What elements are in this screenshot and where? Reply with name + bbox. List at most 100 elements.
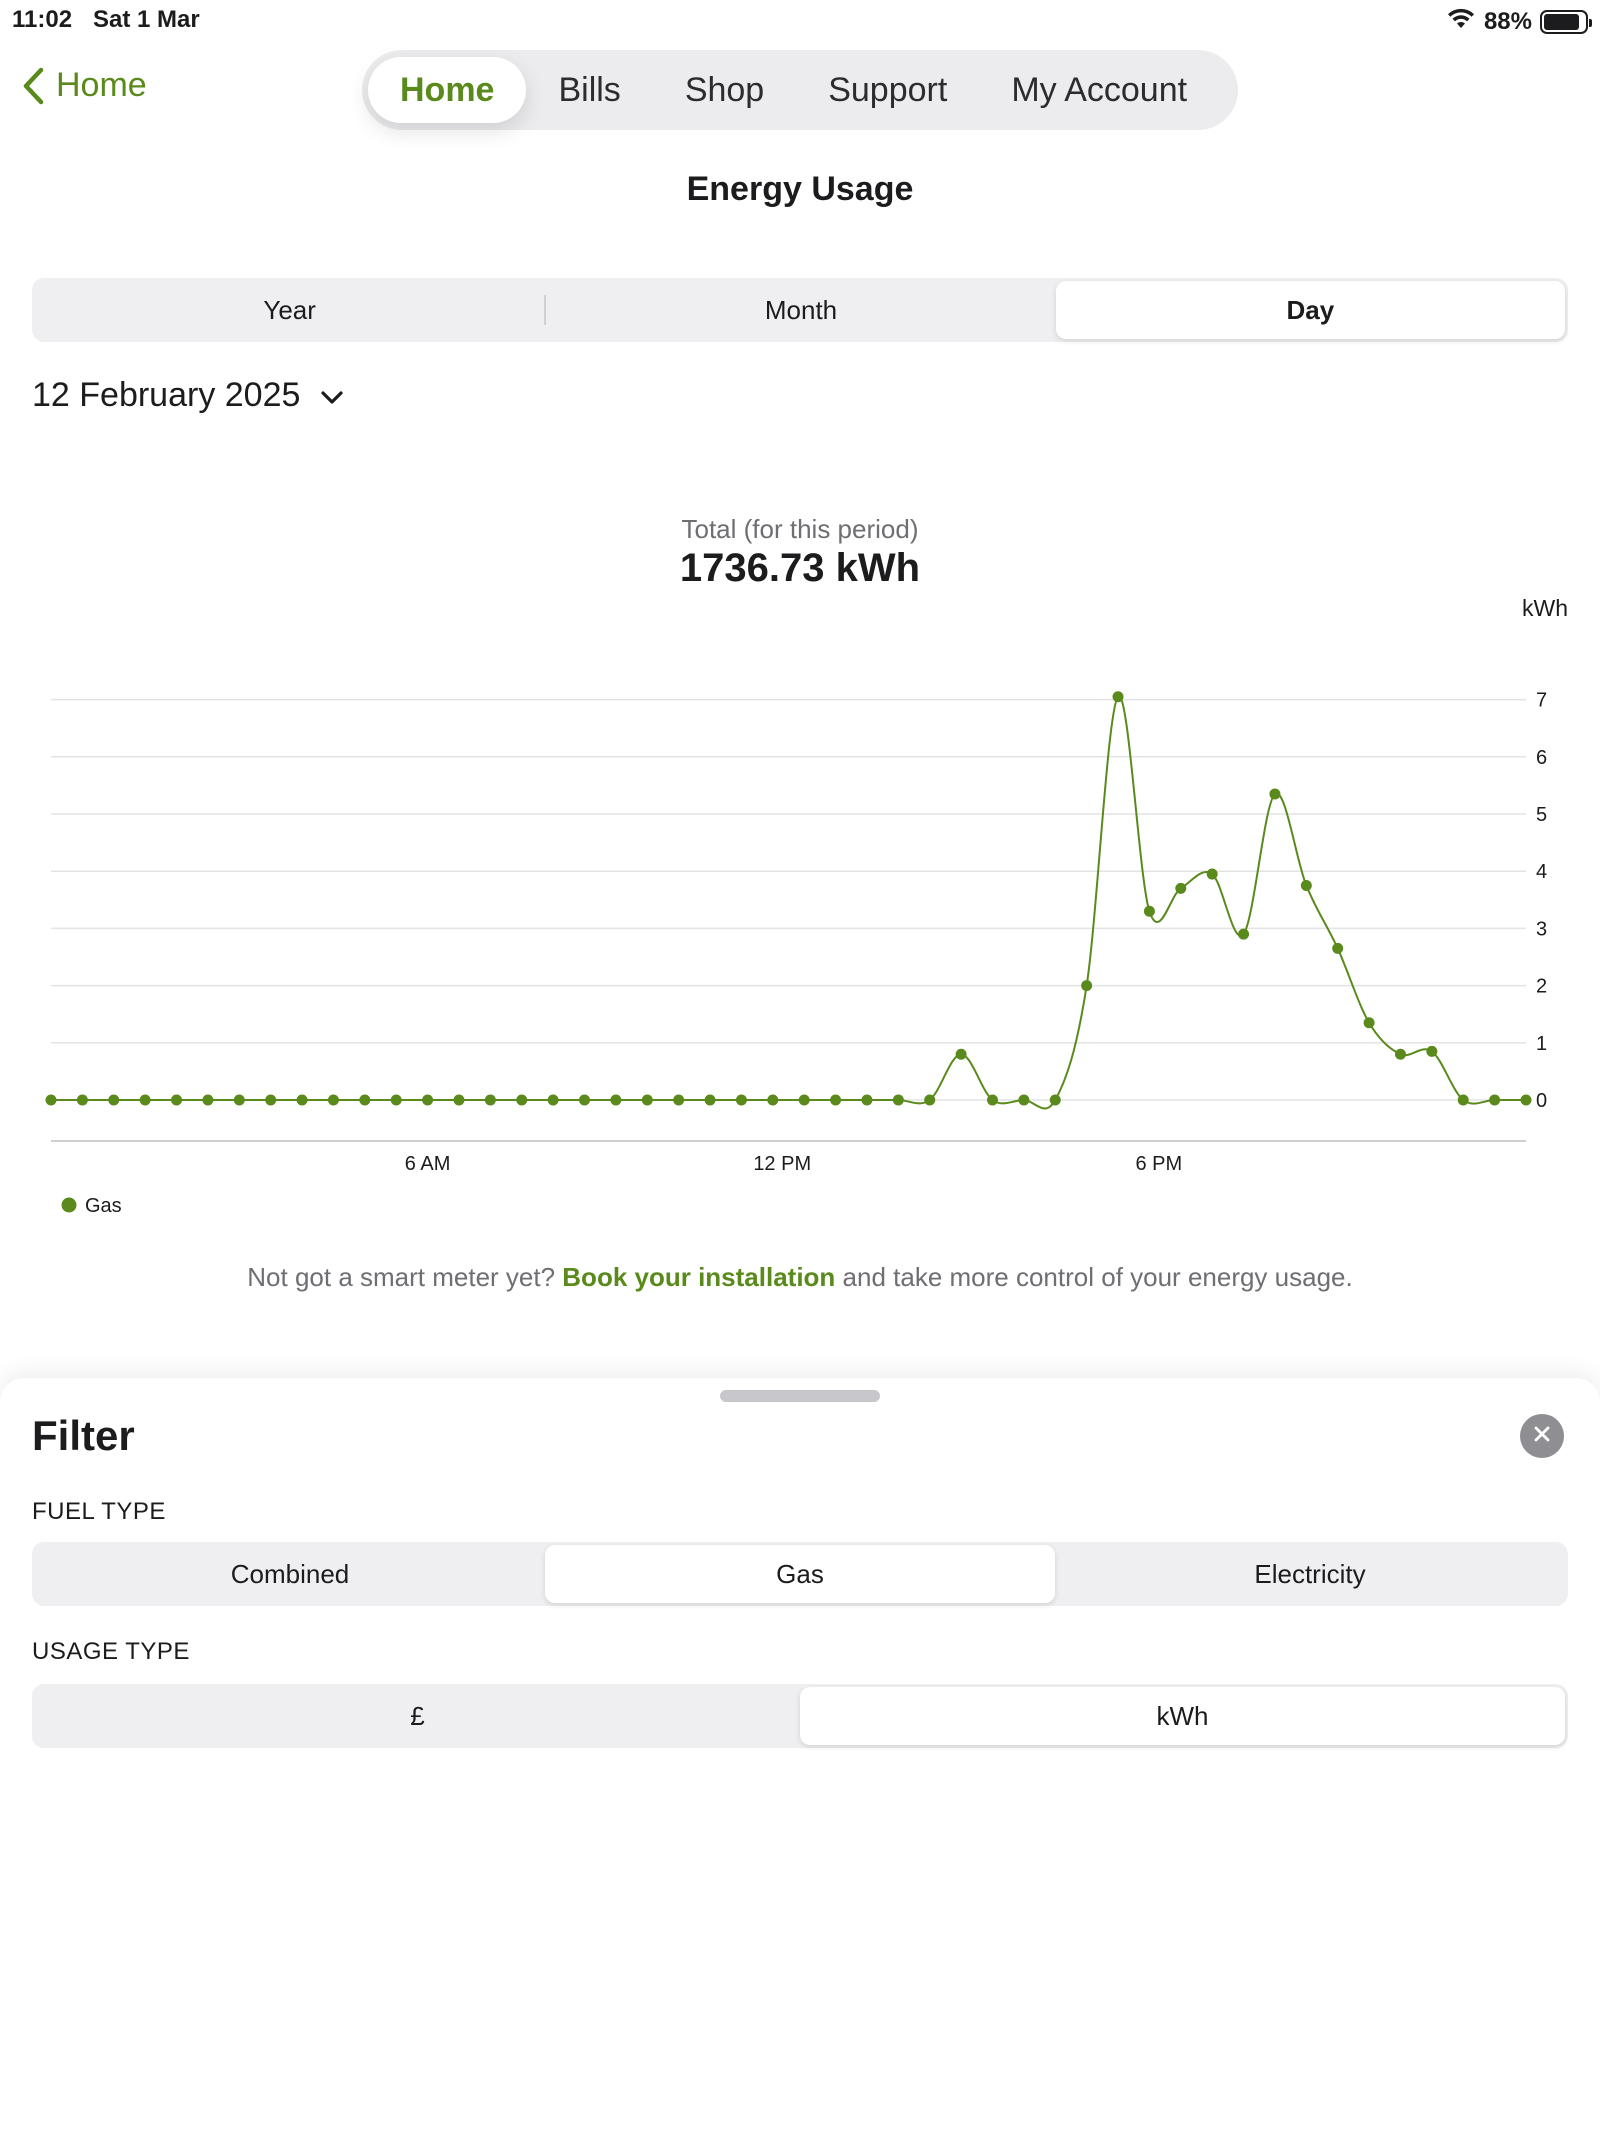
fuel-type-label: FUEL TYPE bbox=[32, 1498, 166, 1525]
y-tick-label: 6 bbox=[1536, 747, 1547, 769]
fuel-combined[interactable]: Combined bbox=[35, 1545, 545, 1603]
data-point bbox=[861, 1094, 873, 1106]
status-bar: 11:02 Sat 1 Mar 88% bbox=[0, 0, 1600, 40]
data-point bbox=[76, 1094, 88, 1106]
data-point bbox=[547, 1094, 559, 1106]
data-point bbox=[735, 1094, 747, 1106]
data-point bbox=[704, 1094, 716, 1106]
data-point bbox=[1300, 880, 1312, 891]
wifi-icon bbox=[1446, 6, 1476, 37]
tab-shop[interactable]: Shop bbox=[653, 57, 796, 123]
data-point bbox=[359, 1094, 371, 1106]
data-point bbox=[1332, 942, 1344, 954]
top-tab-bar: Home Bills Shop Support My Account bbox=[362, 50, 1238, 130]
fuel-type-selector: Combined Gas Electricity bbox=[32, 1542, 1568, 1606]
date-selector[interactable]: 12 February 2025 bbox=[32, 376, 344, 415]
smart-meter-promo: Not got a smart meter yet? Book your ins… bbox=[0, 1262, 1600, 1293]
period-selector: Year Month Day bbox=[32, 278, 1568, 342]
page-title: Energy Usage bbox=[686, 170, 914, 208]
data-point bbox=[1457, 1094, 1469, 1106]
close-button[interactable] bbox=[1520, 1414, 1564, 1458]
filter-title: Filter bbox=[32, 1412, 135, 1459]
data-point bbox=[1238, 928, 1250, 940]
data-point bbox=[45, 1094, 57, 1106]
battery-icon bbox=[1540, 9, 1592, 34]
data-point bbox=[422, 1094, 434, 1106]
data-point bbox=[1206, 868, 1218, 880]
data-point bbox=[265, 1094, 277, 1106]
book-installation-link[interactable]: Book your installation bbox=[562, 1262, 835, 1292]
data-point bbox=[1489, 1094, 1501, 1106]
data-point bbox=[673, 1094, 685, 1106]
data-point bbox=[327, 1094, 339, 1106]
data-point bbox=[1426, 1045, 1438, 1057]
data-point bbox=[798, 1094, 810, 1106]
data-point bbox=[955, 1048, 967, 1060]
y-tick-label: 2 bbox=[1536, 976, 1547, 998]
promo-text-prefix: Not got a smart meter yet? bbox=[247, 1262, 563, 1292]
data-point bbox=[1520, 1094, 1532, 1106]
usage-type-label: USAGE TYPE bbox=[32, 1638, 190, 1665]
fuel-gas[interactable]: Gas bbox=[545, 1545, 1055, 1603]
data-point bbox=[767, 1094, 779, 1106]
close-icon bbox=[1533, 1425, 1551, 1448]
battery-percentage: 88% bbox=[1483, 7, 1532, 35]
usage-kwh[interactable]: kWh bbox=[800, 1687, 1565, 1745]
data-point bbox=[296, 1094, 308, 1106]
data-point bbox=[484, 1094, 496, 1106]
promo-text-suffix: and take more control of your energy usa… bbox=[835, 1262, 1353, 1292]
fuel-electricity[interactable]: Electricity bbox=[1055, 1545, 1565, 1603]
status-time: 11:02 bbox=[12, 6, 73, 33]
data-point bbox=[892, 1094, 904, 1106]
data-point bbox=[1018, 1094, 1030, 1106]
data-point bbox=[1049, 1094, 1061, 1106]
usage-pounds[interactable]: £ bbox=[35, 1687, 800, 1745]
chevron-left-icon bbox=[22, 67, 44, 105]
data-point bbox=[453, 1094, 465, 1106]
data-point bbox=[1112, 691, 1124, 703]
data-point bbox=[516, 1094, 528, 1106]
x-tick-label: 6 AM bbox=[405, 1153, 451, 1175]
data-point bbox=[986, 1094, 998, 1106]
data-point bbox=[1143, 905, 1155, 917]
tab-bills[interactable]: Bills bbox=[526, 57, 652, 123]
date-value: 12 February 2025 bbox=[32, 376, 301, 414]
status-indicators: 88% bbox=[1446, 6, 1592, 37]
battery-level bbox=[1544, 13, 1580, 30]
data-point bbox=[390, 1094, 402, 1106]
data-point bbox=[139, 1094, 151, 1106]
y-axis-unit-label: kWh bbox=[1522, 595, 1568, 621]
legend-label-gas: Gas bbox=[85, 1195, 122, 1217]
back-label: Home bbox=[56, 66, 147, 104]
y-tick-label: 0 bbox=[1536, 1090, 1547, 1112]
data-point bbox=[1175, 882, 1187, 894]
data-point bbox=[579, 1094, 591, 1106]
data-point bbox=[1394, 1048, 1406, 1060]
y-tick-label: 1 bbox=[1536, 1033, 1547, 1055]
period-year[interactable]: Year bbox=[35, 281, 544, 339]
y-tick-label: 5 bbox=[1536, 804, 1547, 826]
usage-chart-svg: kWh 0 1 2 3 4 5 6 7 6 AM 12 PM 6 PM Gas bbox=[45, 595, 1568, 1217]
x-tick-label: 12 PM bbox=[753, 1153, 811, 1175]
sheet-grabber[interactable] bbox=[720, 1390, 880, 1402]
data-point bbox=[171, 1094, 183, 1106]
data-point bbox=[1363, 1017, 1375, 1029]
tab-home[interactable]: Home bbox=[368, 57, 527, 123]
usage-type-selector: £ kWh bbox=[32, 1684, 1568, 1748]
chevron-down-icon bbox=[320, 376, 344, 415]
total-label: Total (for this period) bbox=[681, 514, 919, 544]
tab-support[interactable]: Support bbox=[796, 57, 979, 123]
data-point bbox=[641, 1094, 653, 1106]
gas-series-line bbox=[51, 695, 1526, 1110]
back-button[interactable]: Home bbox=[22, 66, 147, 105]
data-point bbox=[610, 1094, 622, 1106]
y-tick-label: 7 bbox=[1536, 690, 1547, 712]
period-day[interactable]: Day bbox=[1055, 281, 1565, 339]
tab-my-account[interactable]: My Account bbox=[979, 57, 1219, 123]
data-point bbox=[202, 1094, 214, 1106]
usage-chart: kWh 0 1 2 3 4 5 6 7 6 AM 12 PM 6 PM Gas bbox=[0, 580, 1600, 1240]
data-point bbox=[924, 1094, 936, 1106]
data-point bbox=[1081, 980, 1093, 992]
filter-sheet: Filter FUEL TYPE Combined Gas Electricit… bbox=[0, 1378, 1600, 2133]
period-month[interactable]: Month bbox=[546, 281, 1055, 339]
